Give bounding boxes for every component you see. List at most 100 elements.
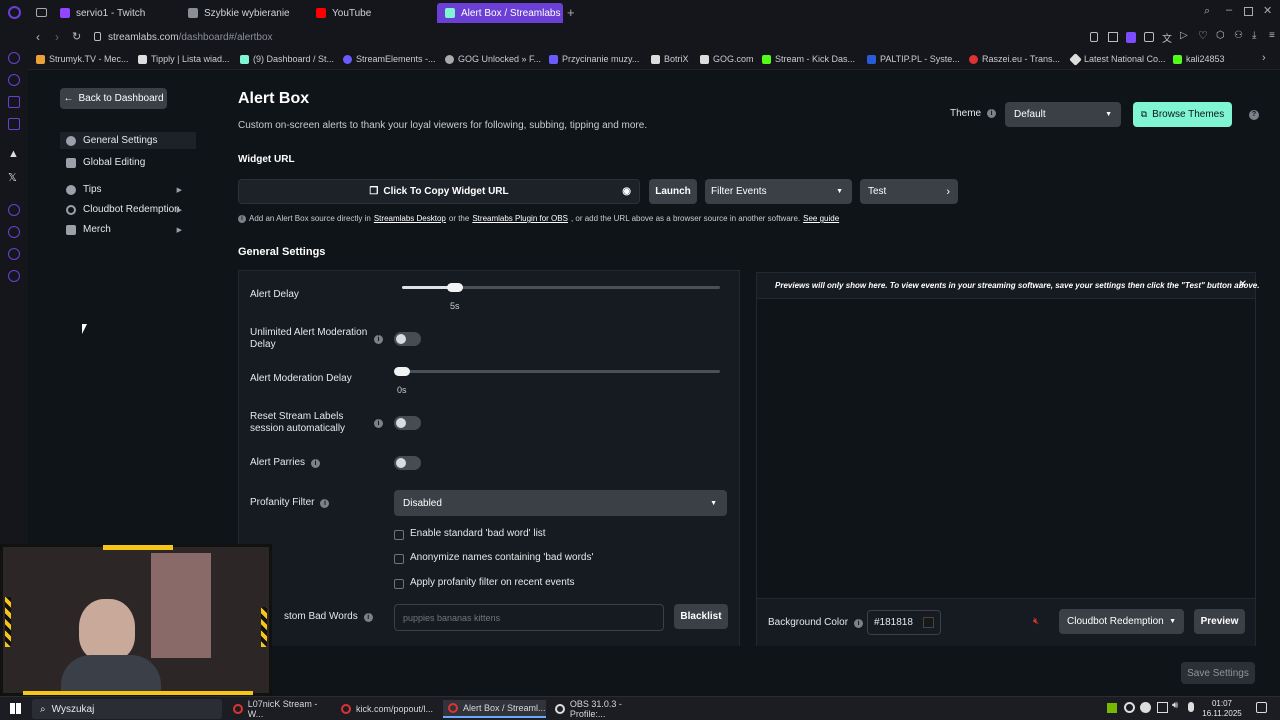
info-icon[interactable]: i	[374, 419, 383, 428]
workspaces-icon[interactable]	[36, 8, 47, 17]
tab-speed-dial[interactable]: Szybkie wybieranie	[180, 3, 308, 23]
bad-words-input[interactable]	[394, 604, 664, 631]
moderation-delay-knob[interactable]	[394, 367, 410, 376]
bookmark-item[interactable]: GOG.com	[700, 54, 754, 64]
bookmark-item[interactable]: StreamElements -...	[343, 54, 436, 64]
bookmark-item[interactable]: Tipply | Lista wiad...	[138, 54, 230, 64]
tray-volume-icon[interactable]: 🔊︎	[1172, 700, 1178, 711]
sidebar-item-global-editing[interactable]: Global Editing	[66, 157, 145, 168]
save-settings-button[interactable]: Save Settings	[1181, 662, 1255, 684]
info-icon[interactable]: i	[320, 498, 330, 508]
sidebar-extension-icon[interactable]	[8, 118, 20, 130]
tab-alert-box[interactable]: Alert Box / Streamlabs	[437, 3, 563, 23]
bookmarks-more-icon[interactable]: ›	[1262, 52, 1266, 64]
back-to-dashboard-button[interactable]: ← Back to Dashboard	[60, 88, 167, 109]
background-color-input[interactable]: #181818	[867, 610, 941, 635]
anonymize-names-checkbox[interactable]	[394, 554, 404, 564]
tray-steam-icon[interactable]	[1140, 702, 1151, 713]
vpn-icon[interactable]	[1126, 32, 1136, 43]
sidebar-x-icon[interactable]: 𝕏	[8, 171, 17, 184]
cloudbot-redemption-select[interactable]: Cloudbot Redemption ▼	[1059, 609, 1184, 634]
sidebar-item-merch[interactable]: Merch ▶	[66, 224, 190, 235]
search-tabs-icon[interactable]: ⌕	[1204, 5, 1210, 18]
taskbar-clock[interactable]: 01:07 16.11.2025	[1200, 699, 1244, 719]
tray-network-icon[interactable]	[1157, 702, 1168, 713]
bookmark-item[interactable]: Raszei.eu - Trans...	[969, 54, 1060, 64]
bookmark-item[interactable]: (9) Dashboard / St...	[240, 54, 334, 64]
tray-mic-icon[interactable]	[1188, 702, 1194, 712]
play-icon[interactable]: ▷	[1180, 30, 1188, 41]
preview-button[interactable]: Preview	[1194, 609, 1245, 634]
bookmark-item[interactable]: Latest National Co...	[1069, 52, 1166, 66]
sidebar-contacts-icon[interactable]	[8, 74, 20, 86]
forward-nav-icon[interactable]: ›	[55, 30, 59, 44]
theme-select[interactable]: Default ▼	[1005, 102, 1121, 127]
extensions-icon[interactable]: ⬡	[1216, 30, 1225, 41]
bookmark-item[interactable]: kali24853	[1173, 54, 1225, 64]
bookmark-item[interactable]: PALTIP.PL - Syste...	[867, 54, 960, 64]
help-icon[interactable]: ?	[1249, 110, 1259, 120]
color-swatch[interactable]	[923, 617, 934, 628]
obs-plugin-link[interactable]: Streamlabs Plugin for OBS	[472, 214, 568, 223]
sidebar-history-icon[interactable]	[8, 204, 20, 216]
sidebar-aria-icon[interactable]: ▲	[8, 148, 19, 160]
taskbar-search[interactable]: ⌕ Wyszukaj	[32, 699, 222, 719]
launch-button[interactable]: Launch	[649, 179, 697, 204]
bookmark-item[interactable]: Stream - Kick Das...	[762, 54, 855, 64]
minimize-icon[interactable]: –	[1226, 4, 1232, 16]
info-icon[interactable]: i	[987, 109, 997, 118]
profanity-filter-select[interactable]: Disabled ▼	[394, 490, 727, 516]
widget-url-copy-field[interactable]: ❐ Click To Copy Widget URL ◉	[238, 179, 640, 204]
unlimited-moderation-toggle[interactable]	[394, 332, 421, 346]
bookmark-item[interactable]: Strumyk.TV - Mec...	[36, 54, 129, 64]
see-guide-link[interactable]: See guide	[803, 214, 839, 223]
tab-twitch[interactable]: servio1 - Twitch	[52, 3, 180, 23]
sidebar-settings-icon[interactable]	[8, 270, 20, 282]
snapshot-icon[interactable]	[1108, 32, 1118, 42]
download-icon[interactable]: ⤓	[1252, 30, 1256, 41]
eye-icon[interactable]: ◉	[622, 186, 631, 197]
notifications-icon[interactable]	[1256, 702, 1267, 713]
tab-youtube[interactable]: YouTube	[308, 3, 436, 23]
back-nav-icon[interactable]: ‹	[36, 30, 40, 44]
taskbar-app[interactable]: L07nicK Stream - W...	[228, 699, 332, 719]
opera-logo-icon[interactable]	[8, 6, 21, 19]
bookmark-item[interactable]: Przycinanie muzy...	[549, 54, 639, 64]
reload-icon[interactable]: ↻	[72, 30, 81, 43]
new-tab-icon[interactable]: +	[567, 5, 575, 20]
sidebar-wallet-icon[interactable]	[8, 96, 20, 108]
blacklist-button[interactable]: Blacklist	[674, 604, 728, 629]
mute-icon[interactable]: 🔇︎	[1033, 616, 1039, 627]
recent-events-filter-checkbox[interactable]	[394, 579, 404, 589]
close-window-icon[interactable]: ✕	[1263, 4, 1272, 17]
info-icon[interactable]: i	[363, 612, 373, 622]
browse-themes-button[interactable]: ⧉ Browse Themes	[1133, 102, 1232, 127]
bad-word-list-checkbox[interactable]	[394, 530, 404, 540]
heart-icon[interactable]: ♡	[1198, 29, 1208, 42]
url-field[interactable]: streamlabs.com/dashboard#/alertbox	[108, 32, 273, 43]
taskbar-app[interactable]: kick.com/popout/l...	[336, 700, 440, 718]
alert-parries-toggle[interactable]	[394, 456, 421, 470]
moderation-delay-slider[interactable]	[402, 370, 720, 373]
pin-icon[interactable]	[1090, 32, 1098, 42]
sidebar-item-tips[interactable]: Tips ▶	[66, 184, 190, 195]
reset-labels-toggle[interactable]	[394, 416, 421, 430]
bookmark-item[interactable]: GOG Unlocked » F...	[445, 54, 541, 64]
tray-chrome-icon[interactable]	[1124, 702, 1135, 713]
extension-icon[interactable]	[1144, 32, 1154, 42]
translate-icon[interactable]: 文	[1162, 30, 1172, 45]
windows-start-icon[interactable]	[10, 703, 21, 714]
info-icon[interactable]: i	[374, 335, 383, 344]
streamlabs-desktop-link[interactable]: Streamlabs Desktop	[374, 214, 446, 223]
filter-events-select[interactable]: Filter Events ▼	[705, 179, 852, 204]
test-button[interactable]: Test ›	[860, 179, 958, 204]
bookmark-item[interactable]: BotriX	[651, 54, 689, 64]
sidebar-messenger-icon[interactable]	[8, 52, 20, 64]
tray-nvidia-icon[interactable]	[1107, 703, 1117, 713]
sidebar-chat-icon[interactable]	[8, 248, 20, 260]
menu-icon[interactable]: ≡	[1269, 30, 1275, 41]
taskbar-app[interactable]: OBS 31.0.3 - Profile:...	[550, 699, 658, 719]
alert-delay-knob[interactable]	[447, 283, 463, 292]
info-icon[interactable]: i	[854, 618, 864, 628]
sidebar-clock-icon[interactable]	[8, 226, 20, 238]
